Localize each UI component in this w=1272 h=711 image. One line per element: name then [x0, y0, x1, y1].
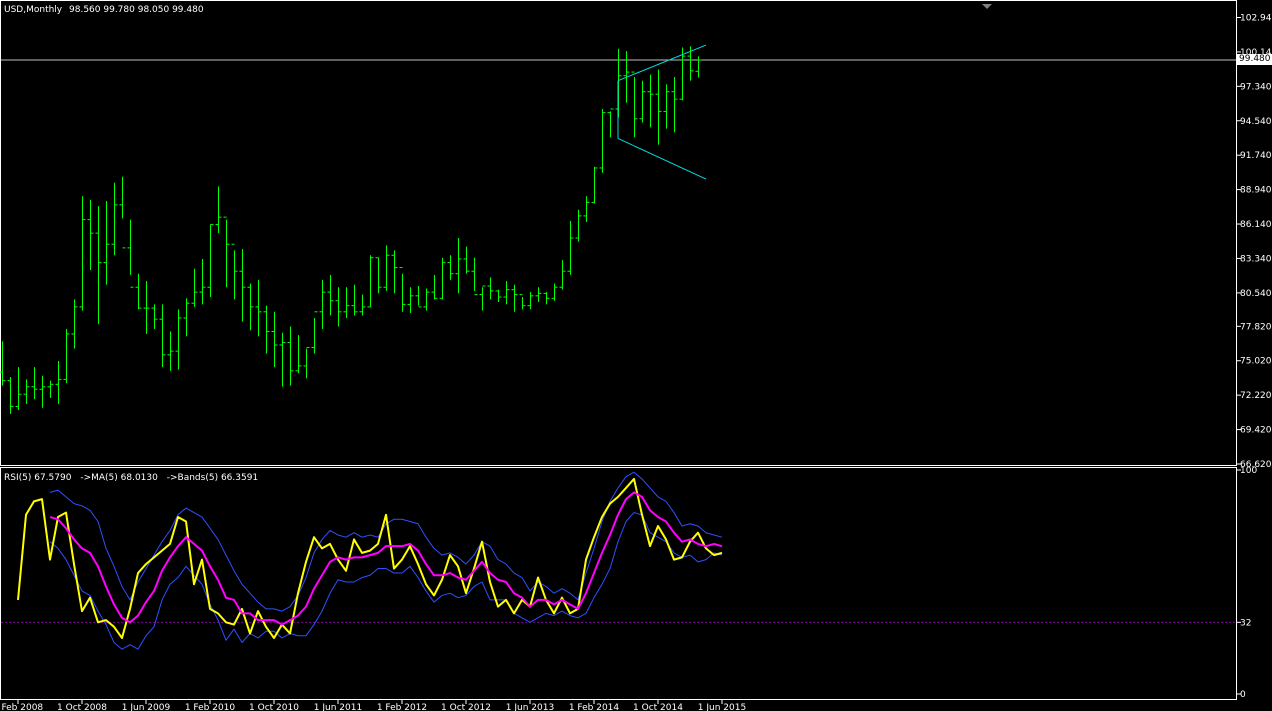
price-tick-label: 88.940 — [1240, 186, 1272, 196]
time-tick-label: 1 Feb 2008 — [0, 703, 43, 711]
time-tick-label: 1 Oct 2008 — [57, 703, 107, 711]
price-tick-label: 91.740 — [1240, 151, 1272, 161]
ma-label: ->MA(5) 68.0130 — [80, 473, 158, 483]
indicator-tick-label: 0 — [1240, 690, 1246, 700]
time-tick-label: 1 Jun 2015 — [698, 703, 746, 711]
time-tick-label: 1 Feb 2010 — [185, 703, 236, 711]
time-tick-label: 1 Oct 2014 — [633, 703, 683, 711]
price-tick-label: 69.420 — [1240, 426, 1272, 436]
time-tick-label: 1 Feb 2014 — [569, 703, 620, 711]
time-tick-label: 1 Oct 2012 — [441, 703, 491, 711]
price-tick-label: 75.020 — [1240, 357, 1272, 367]
price-tick-label: 86.140 — [1240, 220, 1272, 230]
indicator-tick-label: 100 — [1240, 466, 1257, 476]
time-tick-label: 1 Jun 2009 — [122, 703, 171, 711]
indicator-tick-label: 32 — [1240, 618, 1251, 628]
time-tick-label: 1 Feb 2012 — [377, 703, 427, 711]
price-tick-label: 77.820 — [1240, 322, 1272, 332]
current-price-tag: 99.480 — [1237, 54, 1272, 66]
price-tick-label: 102.940 — [1240, 13, 1272, 23]
symbol-timeframe: USD,Monthly — [4, 5, 63, 15]
rsi-label: RSI(5) 67.5790 — [4, 473, 72, 483]
price-tick-label: 83.340 — [1240, 254, 1272, 264]
time-tick-label: 1 Oct 2010 — [249, 703, 299, 711]
chart-shift-marker-icon[interactable] — [982, 4, 992, 9]
ohlc-values: 98.560 99.780 98.050 99.480 — [69, 5, 204, 15]
chart-header: USD,Monthly 98.560 99.780 98.050 99.480 — [4, 5, 204, 15]
time-tick-label: 1 Jun 2011 — [314, 703, 362, 711]
price-tick-label: 80.540 — [1240, 289, 1272, 299]
chart-canvas[interactable]: 102.940100.14097.34094.54091.74088.94086… — [0, 0, 1272, 711]
price-tick-label: 72.220 — [1240, 391, 1272, 401]
time-tick-label: 1 Jun 2013 — [506, 703, 554, 711]
price-tick-label: 97.340 — [1240, 82, 1272, 92]
indicator-header: RSI(5) 67.5790 ->MA(5) 68.0130 ->Bands(5… — [4, 473, 258, 483]
bands-label: ->Bands(5) 66.3591 — [166, 473, 259, 483]
price-tick-label: 94.540 — [1240, 117, 1272, 127]
